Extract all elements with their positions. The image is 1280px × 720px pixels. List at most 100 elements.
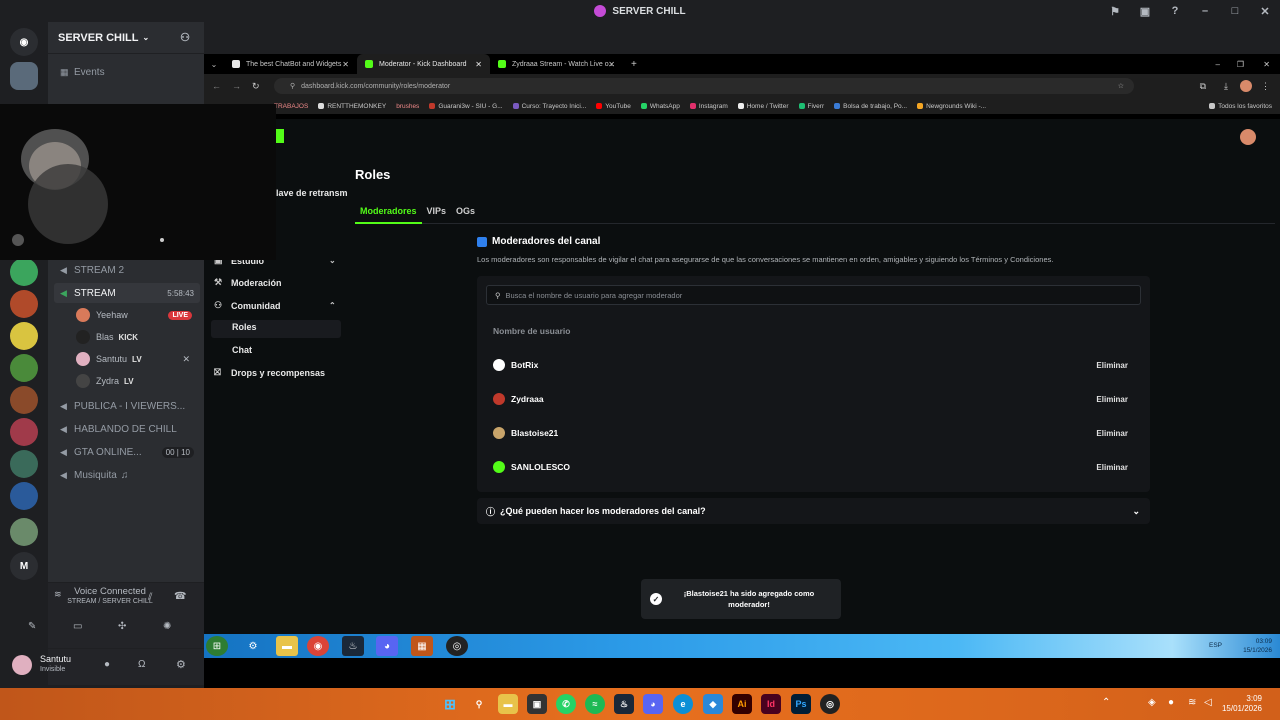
back-icon[interactable]: ← bbox=[212, 81, 221, 91]
voice-member[interactable]: Yeehaw LIVE bbox=[76, 305, 198, 325]
server-icon[interactable] bbox=[10, 518, 38, 546]
voice-channel-stream[interactable]: ◀ STREAM 5:58:43 bbox=[54, 283, 200, 303]
steam-icon[interactable]: ♨ bbox=[342, 636, 364, 656]
nav-drops[interactable]: ⛝ Drops y recompensas bbox=[214, 367, 325, 378]
chevron-up-icon[interactable]: ⌃ bbox=[1102, 697, 1110, 708]
app-icon[interactable]: ▦ bbox=[411, 636, 433, 656]
remove-button[interactable]: Eliminar bbox=[1096, 395, 1128, 404]
tab-moderadores[interactable]: Moderadores bbox=[355, 202, 422, 224]
tray-icon[interactable]: ◈ bbox=[1148, 697, 1156, 708]
all-bookmarks-item[interactable]: Todos los favoritos bbox=[1209, 103, 1272, 110]
bookmark-item[interactable]: Bolsa de trabajo, Po... bbox=[834, 103, 907, 110]
server-icon[interactable]: M bbox=[10, 552, 38, 580]
search-icon[interactable]: ⚲ bbox=[469, 694, 489, 714]
voice-member[interactable]: Santutu LV ✕ bbox=[76, 349, 198, 369]
photoshop-icon[interactable]: Ps bbox=[791, 694, 811, 714]
menu-icon[interactable]: ⋮ bbox=[1261, 81, 1270, 92]
voice-channel-publica[interactable]: ◀ PUBLICA - I VIEWERS... bbox=[54, 396, 200, 416]
nav-comunidad[interactable]: ⚇ Comunidad ⌃ bbox=[214, 300, 344, 311]
indesign-icon[interactable]: Id bbox=[761, 694, 781, 714]
forward-icon[interactable]: → bbox=[232, 81, 241, 91]
remove-button[interactable]: Eliminar bbox=[1096, 463, 1128, 472]
app-icon[interactable]: ▣ bbox=[527, 694, 547, 714]
start-orb-icon[interactable]: ⊞ bbox=[206, 636, 228, 656]
server-header[interactable]: SERVER CHILL ⌄ ⚇ bbox=[48, 22, 204, 54]
events-item[interactable]: ▦ Events bbox=[54, 62, 200, 82]
file-explorer-icon[interactable]: ▬ bbox=[498, 694, 518, 714]
server-icon[interactable] bbox=[10, 386, 38, 414]
bookmark-item[interactable]: WhatsApp bbox=[640, 103, 680, 110]
add-user-icon[interactable]: ⚇ bbox=[180, 31, 190, 44]
close-tab-icon[interactable]: ✕ bbox=[475, 60, 482, 69]
new-tab-icon[interactable]: + bbox=[631, 59, 637, 70]
screen-share-icon[interactable]: ▭ bbox=[73, 621, 82, 632]
steam-icon[interactable]: ♨ bbox=[614, 694, 634, 714]
voice-channel-stream-2[interactable]: ◀ STREAM 2 bbox=[54, 260, 200, 280]
url-field[interactable]: ⚲ dashboard.kick.com/community/roles/mod… bbox=[274, 78, 1134, 94]
bookmark-item[interactable]: YouTube bbox=[596, 103, 631, 110]
bookmark-item[interactable]: Guarani3w - SIU - G... bbox=[429, 103, 503, 110]
faq-accordion[interactable]: ⓘ ¿Qué pueden hacer los moderadores del … bbox=[477, 498, 1150, 524]
bookmark-item[interactable]: Newgrounds Wiki -... bbox=[917, 103, 986, 110]
folder-icon[interactable]: ▬ bbox=[276, 636, 298, 656]
edge-icon[interactable]: e bbox=[673, 694, 693, 714]
microphone-icon[interactable]: ● bbox=[1168, 697, 1174, 708]
spotify-icon[interactable]: ≈ bbox=[585, 694, 605, 714]
server-icon[interactable] bbox=[10, 418, 38, 446]
activities-icon[interactable]: ✣ bbox=[118, 621, 126, 632]
remove-button[interactable]: Eliminar bbox=[1096, 361, 1128, 370]
server-icon[interactable] bbox=[10, 354, 38, 382]
tab-ogs[interactable]: OGs bbox=[451, 202, 480, 224]
close-button[interactable]: ✕ bbox=[1250, 5, 1280, 18]
bookmark-star-icon[interactable]: ☆ bbox=[1118, 82, 1124, 90]
threads-icon[interactable]: ⚑ bbox=[1100, 5, 1130, 18]
headphones-icon[interactable]: Ω bbox=[138, 659, 145, 670]
bookmark-item[interactable]: brushes bbox=[396, 103, 419, 110]
kick-logo[interactable] bbox=[276, 129, 284, 143]
settings-gear-icon[interactable]: ⚙ bbox=[176, 658, 186, 671]
nav-roles[interactable]: Roles bbox=[232, 322, 257, 332]
whatsapp-icon[interactable]: ✆ bbox=[556, 694, 576, 714]
server-icon[interactable] bbox=[10, 322, 38, 350]
chrome-icon[interactable]: ◉ bbox=[307, 636, 329, 656]
volume-icon[interactable]: ◁ bbox=[1204, 697, 1212, 708]
tab-botrix[interactable]: The best ChatBot and Widgets ✕ bbox=[224, 54, 357, 74]
disconnect-icon[interactable]: ☎ bbox=[174, 591, 186, 602]
bookmark-item[interactable]: RENTTHEMONKEY bbox=[318, 103, 386, 110]
camera-off-icon[interactable]: ✎ bbox=[28, 621, 36, 632]
server-icon[interactable] bbox=[10, 290, 38, 318]
voice-channel-gta[interactable]: ◀ GTA ONLINE... 00 | 10 bbox=[54, 442, 200, 462]
bookmark-item[interactable]: Instagram bbox=[689, 103, 728, 110]
discord-icon[interactable]: ◕ bbox=[376, 636, 398, 656]
tab-zydraaa-stream[interactable]: Zydraaa Stream - Watch Live o... ✕ bbox=[490, 54, 623, 74]
obs-icon[interactable]: ◎ bbox=[820, 694, 840, 714]
bookmark-item[interactable]: Curso: Trayecto Inici... bbox=[512, 103, 586, 110]
discord-icon[interactable]: ◕ bbox=[643, 694, 663, 714]
help-icon[interactable]: ? bbox=[1160, 5, 1190, 17]
nav-chat[interactable]: Chat bbox=[232, 345, 252, 355]
app-icon[interactable]: ◆ bbox=[703, 694, 723, 714]
tab-search-icon[interactable]: ⌄ bbox=[204, 60, 224, 69]
bookmark-item[interactable]: Home / Twitter bbox=[737, 103, 789, 110]
minimize-button[interactable]: – bbox=[1216, 60, 1220, 69]
microphone-icon[interactable]: ● bbox=[104, 659, 110, 670]
maximize-button[interactable]: □ bbox=[1220, 5, 1250, 17]
noise-suppression-icon[interactable]: ⫽ bbox=[148, 592, 152, 603]
obs-icon[interactable]: ◎ bbox=[446, 636, 468, 656]
nav-moderacion[interactable]: ⚒ Moderación bbox=[214, 277, 344, 288]
site-info-icon[interactable]: ⚲ bbox=[290, 82, 295, 90]
taskbar-clock[interactable]: 3:09 15/01/2026 bbox=[1222, 694, 1262, 714]
settings-icon[interactable]: ⚙ bbox=[242, 636, 264, 656]
close-button[interactable]: ✕ bbox=[1263, 60, 1270, 69]
server-icon[interactable] bbox=[10, 62, 38, 90]
avatar[interactable] bbox=[12, 655, 32, 675]
close-tab-icon[interactable]: ✕ bbox=[608, 60, 615, 69]
account-avatar[interactable] bbox=[1240, 129, 1256, 145]
download-icon[interactable]: ⤓ bbox=[1224, 81, 1228, 92]
discord-home-icon[interactable]: ◉ bbox=[10, 28, 38, 56]
voice-location[interactable]: STREAM / SERVER CHILL bbox=[40, 598, 180, 605]
voice-channel-hablando[interactable]: ◀ HABLANDO DE CHILL bbox=[54, 419, 200, 439]
profile-avatar[interactable] bbox=[1240, 80, 1252, 92]
minimize-button[interactable]: – bbox=[1190, 5, 1220, 17]
bookmark-item[interactable]: Fiverr bbox=[798, 103, 824, 110]
